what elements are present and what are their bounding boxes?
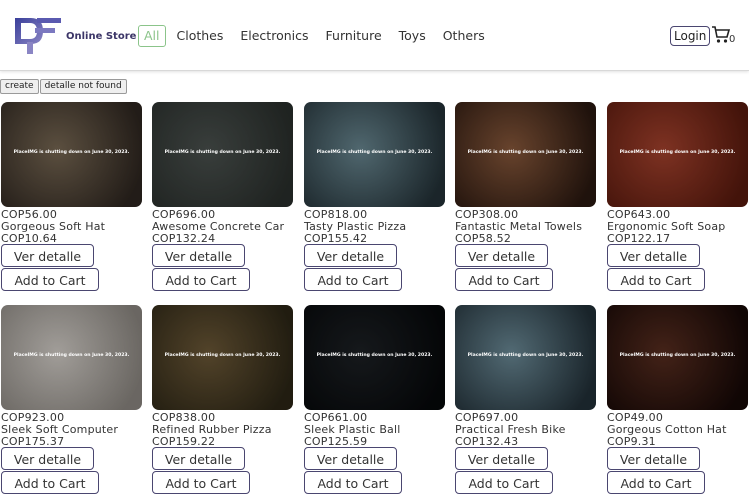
add-to-cart-button[interactable]: Add to Cart [304, 268, 402, 291]
top-header: Online Store All Clothes Electronics Fur… [0, 0, 749, 71]
image-notice: PlaceIMG is shutting down on June 30, 20… [619, 150, 736, 155]
detail-status-button[interactable]: detalle not found [39, 79, 127, 94]
add-to-cart-button[interactable]: Add to Cart [152, 268, 250, 291]
image-notice: PlaceIMG is shutting down on June 30, 20… [467, 353, 584, 358]
add-to-cart-button[interactable]: Add to Cart [152, 471, 250, 494]
add-to-cart-button[interactable]: Add to Cart [1, 268, 99, 291]
nav-item-toys[interactable]: Toys [399, 26, 426, 46]
logo-mark-icon [15, 18, 61, 54]
image-notice: PlaceIMG is shutting down on June 30, 20… [164, 150, 281, 155]
product-image[interactable]: PlaceIMG is shutting down on June 30, 20… [152, 305, 293, 410]
add-to-cart-button[interactable]: Add to Cart [1, 471, 99, 494]
product-image[interactable]: PlaceIMG is shutting down on June 30, 20… [607, 305, 748, 410]
ver-detalle-button[interactable]: Ver detalle [1, 244, 94, 267]
nav-item-electronics[interactable]: Electronics [240, 26, 308, 46]
ver-detalle-button[interactable]: Ver detalle [304, 447, 397, 470]
category-nav: All Clothes Electronics Furniture Toys O… [138, 25, 502, 47]
ver-detalle-button[interactable]: Ver detalle [607, 447, 700, 470]
ver-detalle-button[interactable]: Ver detalle [455, 244, 548, 267]
product-image[interactable]: PlaceIMG is shutting down on June 30, 20… [455, 102, 596, 207]
add-to-cart-button[interactable]: Add to Cart [455, 268, 553, 291]
product-image[interactable]: PlaceIMG is shutting down on June 30, 20… [304, 305, 445, 410]
image-notice: PlaceIMG is shutting down on June 30, 20… [164, 353, 281, 358]
create-button[interactable]: create [0, 79, 39, 94]
ver-detalle-button[interactable]: Ver detalle [152, 244, 245, 267]
image-notice: PlaceIMG is shutting down on June 30, 20… [316, 150, 433, 155]
brand-name: Online Store [66, 31, 137, 42]
nav-item-furniture[interactable]: Furniture [326, 26, 382, 46]
add-to-cart-button[interactable]: Add to Cart [455, 471, 553, 494]
image-notice: PlaceIMG is shutting down on June 30, 20… [13, 353, 130, 358]
ver-detalle-button[interactable]: Ver detalle [455, 447, 548, 470]
ver-detalle-button[interactable]: Ver detalle [1, 447, 94, 470]
image-notice: PlaceIMG is shutting down on June 30, 20… [467, 150, 584, 155]
product-image[interactable]: PlaceIMG is shutting down on June 30, 20… [607, 102, 748, 207]
nav-item-clothes[interactable]: Clothes [177, 26, 224, 46]
add-to-cart-button[interactable]: Add to Cart [607, 268, 705, 291]
cart-count: 0 [729, 34, 736, 45]
nav-item-all[interactable]: All [138, 25, 166, 47]
image-notice: PlaceIMG is shutting down on June 30, 20… [619, 353, 736, 358]
product-image[interactable]: PlaceIMG is shutting down on June 30, 20… [455, 305, 596, 410]
product-image[interactable]: PlaceIMG is shutting down on June 30, 20… [1, 305, 142, 410]
ver-detalle-button[interactable]: Ver detalle [304, 244, 397, 267]
image-notice: PlaceIMG is shutting down on June 30, 20… [13, 150, 130, 155]
ver-detalle-button[interactable]: Ver detalle [152, 447, 245, 470]
ver-detalle-button[interactable]: Ver detalle [607, 244, 700, 267]
add-to-cart-button[interactable]: Add to Cart [304, 471, 402, 494]
login-button[interactable]: Login [670, 26, 711, 46]
store-logo[interactable]: Online Store [13, 14, 136, 56]
cart-icon[interactable] [711, 25, 731, 45]
toolbar: create detalle not found [0, 79, 128, 94]
product-image[interactable]: PlaceIMG is shutting down on June 30, 20… [152, 102, 293, 207]
add-to-cart-button[interactable]: Add to Cart [607, 471, 705, 494]
product-image[interactable]: PlaceIMG is shutting down on June 30, 20… [1, 102, 142, 207]
product-image[interactable]: PlaceIMG is shutting down on June 30, 20… [304, 102, 445, 207]
image-notice: PlaceIMG is shutting down on June 30, 20… [316, 353, 433, 358]
nav-item-others[interactable]: Others [443, 26, 485, 46]
